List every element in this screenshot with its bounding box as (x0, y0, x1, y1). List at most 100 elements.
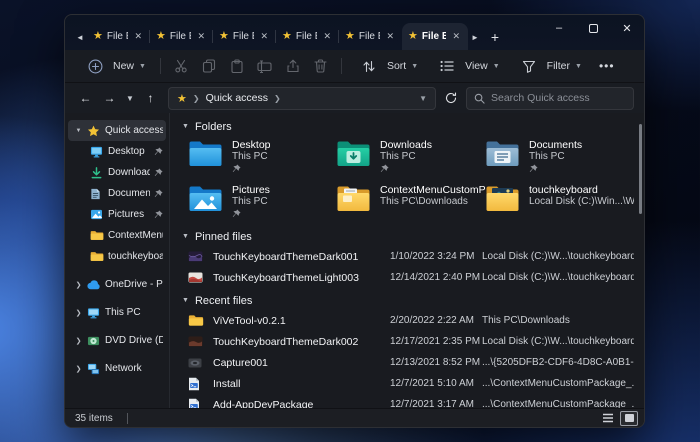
large-icons-view-button[interactable] (620, 411, 638, 426)
view-icon (434, 54, 460, 78)
address-dropdown-icon[interactable]: ▼ (419, 94, 427, 103)
sidebar-item-desktop[interactable]: Desktop (68, 141, 166, 162)
folder-tile-touchkeyboard[interactable]: touchkeyboard Local Disk (C:)\Win...\Web (485, 182, 634, 224)
new-tab-button[interactable]: + (482, 24, 508, 50)
tab-scroll-right-button[interactable]: ► (468, 24, 482, 50)
expand-chevron-icon[interactable]: ❯ (74, 281, 83, 289)
cloud-icon (87, 278, 101, 291)
explorer-tab[interactable]: ★ File E ✕ (276, 23, 339, 50)
file-row-capture001[interactable]: Capture001 12/13/2021 8:52 PM ...\{5205D… (188, 352, 634, 373)
sidebar-item-label: Documents (108, 188, 150, 199)
explorer-tab[interactable]: ★ File E ✕ (402, 23, 468, 50)
tab-close-icon[interactable]: ✕ (384, 30, 396, 43)
expand-chevron-icon[interactable]: ❯ (74, 337, 83, 345)
folder-tile-name: touchkeyboard (529, 184, 634, 196)
see-more-button[interactable]: ••• (591, 59, 623, 73)
tab-label: File E (107, 31, 129, 42)
sidebar-item-quick-access[interactable]: ▼ Quick access (68, 120, 166, 141)
image-light-icon (188, 271, 204, 285)
command-bar: New ▼ Sort ▼ View ▼ Filter ▼ ••• (65, 50, 644, 83)
forward-button[interactable]: → (99, 87, 120, 109)
section-header-recent-files[interactable]: ▼ Recent files (182, 292, 634, 309)
file-row-add-appdevpackage[interactable]: Add-AppDevPackage 12/7/2021 3:17 AM ...\… (188, 394, 634, 408)
sort-icon (356, 54, 382, 78)
share-button[interactable] (280, 54, 306, 78)
maximize-button[interactable] (576, 15, 610, 41)
folder-tile-documents[interactable]: Documents This PC (485, 137, 634, 179)
expand-chevron-icon[interactable]: ▼ (74, 128, 83, 134)
rename-button[interactable] (252, 54, 278, 78)
filter-button-label: Filter (547, 60, 570, 72)
sidebar-item-network[interactable]: ❯ Network (68, 358, 166, 379)
cut-button[interactable] (168, 54, 194, 78)
breadcrumb-location[interactable]: Quick access (206, 92, 268, 104)
expand-chevron-icon[interactable]: ❯ (74, 309, 83, 317)
file-location: This PC\Downloads (482, 315, 634, 326)
breadcrumb[interactable]: ★ ❯ Quick access ❯ ▼ (168, 87, 436, 110)
close-button[interactable]: ✕ (610, 15, 644, 41)
file-location: ...\ContextMenuCustomPackage_... (482, 378, 634, 389)
paste-button[interactable] (224, 54, 250, 78)
sidebar-item-contextmenucust[interactable]: ContextMenuCust (68, 225, 166, 246)
sidebar-item-label: DVD Drive (D:) CCCO (105, 335, 163, 346)
pin-icon (232, 209, 241, 218)
up-button[interactable]: ↑ (140, 87, 161, 109)
new-button[interactable]: New ▼ (75, 50, 153, 82)
sidebar-item-touchkeyboard[interactable]: touchkeyboard (68, 246, 166, 267)
folder-tile-pictures[interactable]: Pictures This PC (188, 182, 336, 224)
status-bar: 35 items (65, 408, 644, 427)
search-input[interactable] (491, 92, 626, 104)
explorer-tab[interactable]: ★ File E ✕ (213, 23, 276, 50)
sidebar-item-documents[interactable]: Documents (68, 183, 166, 204)
tab-close-icon[interactable]: ✕ (132, 30, 144, 43)
section-title: Pinned files (195, 231, 252, 243)
file-row-touchkeyboardthemedark001[interactable]: TouchKeyboardThemeDark001 1/10/2022 3:24… (188, 246, 634, 267)
desktop-icon (90, 145, 104, 158)
file-row-vivetool-v0-2-1[interactable]: ViVeTool-v0.2.1 2/20/2022 2:22 AM This P… (188, 310, 634, 331)
refresh-icon (445, 92, 457, 104)
sidebar-item-this-pc[interactable]: ❯ This PC (68, 302, 166, 323)
explorer-tab[interactable]: ★ File E ✕ (150, 23, 213, 50)
folder-tile-desktop[interactable]: Desktop This PC (188, 137, 336, 179)
pin-icon (154, 147, 163, 156)
sort-button[interactable]: Sort ▼ (349, 50, 425, 82)
explorer-body: ▼ Quick access Desktop Downloads Documen… (65, 113, 644, 408)
file-name: ViVeTool-v0.2.1 (213, 315, 286, 327)
section-header-pinned-files[interactable]: ▼ Pinned files (182, 228, 634, 245)
delete-button[interactable] (308, 54, 334, 78)
sidebar-item-dvd-drive-d-ccco[interactable]: ❯ DVD Drive (D:) CCCO (68, 330, 166, 351)
sidebar-item-pictures[interactable]: Pictures (68, 204, 166, 225)
tab-scroll-left-button[interactable]: ◄ (73, 24, 87, 50)
folder-sm-icon (188, 314, 204, 328)
explorer-tab[interactable]: ★ File E ✕ (339, 23, 402, 50)
file-row-touchkeyboardthemelight003[interactable]: TouchKeyboardThemeLight003 12/14/2021 2:… (188, 267, 634, 288)
file-row-touchkeyboardthemedark002[interactable]: TouchKeyboardThemeDark002 12/17/2021 2:3… (188, 331, 634, 352)
expand-chevron-icon[interactable]: ❯ (74, 365, 83, 373)
file-row-install[interactable]: Install 12/7/2021 5:10 AM ...\ContextMen… (188, 373, 634, 394)
tab-close-icon[interactable]: ✕ (195, 30, 207, 43)
quick-access-star-icon: ★ (177, 92, 187, 105)
details-view-button[interactable] (599, 411, 617, 426)
back-button[interactable]: ← (75, 87, 96, 109)
explorer-tab[interactable]: ★ File E ✕ (87, 23, 150, 50)
folder-doc-icon (336, 184, 371, 213)
file-location: ...\{5205DFB2-CDF6-4D8C-A0B1-3... (482, 357, 634, 368)
network-icon (87, 362, 101, 375)
view-button[interactable]: View ▼ (427, 50, 507, 82)
vertical-scrollbar[interactable] (639, 124, 642, 214)
folder-photo-icon (485, 184, 520, 213)
tab-close-icon[interactable]: ✕ (321, 30, 333, 43)
tab-close-icon[interactable]: ✕ (258, 30, 270, 43)
recent-locations-button[interactable]: ▼ (123, 87, 137, 109)
copy-button[interactable] (196, 54, 222, 78)
folder-tile-contextmenucustompac-[interactable]: ContextMenuCustomPac... This PC\Download… (336, 182, 485, 224)
refresh-button[interactable] (439, 87, 463, 109)
toolbar-divider (341, 58, 342, 74)
folder-tile-downloads[interactable]: Downloads This PC (336, 137, 485, 179)
filter-button[interactable]: Filter ▼ (509, 50, 589, 82)
sidebar-item-onedrive-personal[interactable]: ❯ OneDrive - Personal (68, 274, 166, 295)
section-header-folders[interactable]: ▼ Folders (182, 118, 634, 135)
sidebar-item-downloads[interactable]: Downloads (68, 162, 166, 183)
minimize-button[interactable]: – (542, 15, 576, 41)
tab-close-icon[interactable]: ✕ (450, 30, 462, 43)
